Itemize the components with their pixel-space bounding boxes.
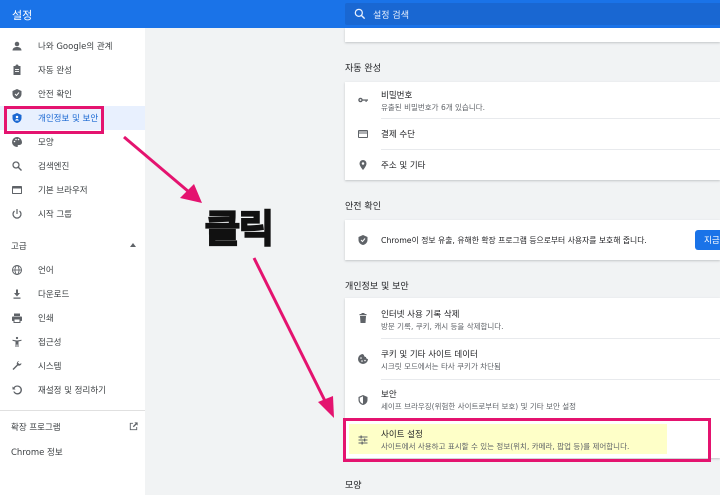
row-title: 결제 수단 [381,130,415,140]
sidebar-item-label: 인쇄 [38,314,54,324]
privacy-section-title: 개인정보 및 보안 [345,282,409,292]
site-settings-callout-box [343,418,711,462]
download-icon [11,288,23,300]
sidebar-item-downloads[interactable]: 다운로드 [0,282,145,306]
row-subtitle: 방문 기록, 쿠키, 캐시 등을 삭제합니다. [381,322,504,331]
safety-description: Chrome이 정보 유출, 유해한 확장 프로그램 등으로부터 사용자를 보호… [381,236,647,245]
sidebar-item-extensions[interactable]: 확장 프로그램 [11,421,61,433]
clipboard-icon [11,64,23,76]
row-subtitle: 유출된 비밀번호가 6개 있습니다. [381,103,486,112]
app-title: 설정 [12,9,33,22]
search-bar[interactable]: 설정 검색 [345,3,720,25]
chevron-up-icon[interactable] [130,243,136,247]
row-title: 비밀번호 [381,91,413,101]
payment-methods-row[interactable]: 결제 수단 [345,119,720,149]
sidebar-item-label: 자동 완성 [38,66,72,76]
sidebar-item-safety[interactable]: 안전 확인 [0,82,145,106]
advanced-section-label: 고급 [11,242,27,252]
divider [0,410,145,411]
globe-icon [11,264,23,276]
row-subtitle: 세이프 브라우징(위험한 사이트로부터 보호) 및 기타 보안 설정 [381,402,577,411]
sidebar-item-system[interactable]: 시스템 [0,354,145,378]
passwords-row[interactable]: 비밀번호 유출된 비밀번호가 6개 있습니다. [345,82,720,118]
sidebar-item-label: 접근성 [38,338,62,348]
row-subtitle: 시크릿 모드에서는 타사 쿠키가 차단됨 [381,362,501,371]
top-bar: 설정 설정 검색 [0,0,720,28]
credit-card-icon [358,130,368,138]
sidebar-item-label: 언어 [38,266,54,276]
sidebar-item-autofill[interactable]: 자동 완성 [0,58,145,82]
browser-icon [11,184,23,196]
arrow-2-line [252,257,329,406]
sidebar-item-accessibility[interactable]: 접근성 [0,330,145,354]
search-icon [11,160,23,172]
palette-icon [11,136,23,148]
appearance-section-title: 모양 [345,481,362,491]
key-icon [358,97,368,103]
shield-check-icon [358,235,368,245]
previous-card-bottom [345,28,720,42]
shield-check-icon [11,88,23,100]
sidebar-item-languages[interactable]: 언어 [0,258,145,282]
arrow-1-head [180,184,202,203]
trash-icon [359,313,367,323]
sidebar-item-label: 검색엔진 [38,162,70,172]
sidebar-item-label: 기본 브라우저 [38,186,88,196]
sidebar-item-label: 다운로드 [38,290,70,300]
external-link-icon[interactable] [128,421,139,432]
sidebar-item-default-browser[interactable]: 기본 브라우저 [0,178,145,202]
sidebar-item-label: 모양 [38,138,54,148]
check-now-button[interactable]: 지금 [695,230,720,250]
sidebar-item-startup[interactable]: 시작 그룹 [0,202,145,226]
person-icon [11,40,23,52]
search-icon [354,8,366,20]
arrow-2-head [318,396,334,418]
search-placeholder: 설정 검색 [373,11,409,21]
sidebar-item-label: 나와 Google의 관계 [38,42,113,52]
sidebar-item-printing[interactable]: 인쇄 [0,306,145,330]
clear-browsing-data-row[interactable]: 인터넷 사용 기록 삭제 방문 기록, 쿠키, 캐시 등을 삭제합니다. [345,298,720,336]
location-pin-icon [359,160,367,170]
sidebar-item-google[interactable]: 나와 Google의 관계 [0,34,145,58]
safety-section-title: 안전 확인 [345,202,381,212]
safety-card: Chrome이 정보 유출, 유해한 확장 프로그램 등으로부터 사용자를 보호… [345,220,720,260]
security-shield-icon [358,395,368,405]
sidebar-item-about[interactable]: Chrome 정보 [11,446,63,458]
sidebar-item-search-engine[interactable]: 검색엔진 [0,154,145,178]
wrench-icon [11,360,23,372]
sidebar: 나와 Google의 관계 자동 완성 안전 확인 개인정보 및 보안 모양 검… [0,28,145,495]
autofill-section-title: 자동 완성 [345,64,381,74]
cookies-row[interactable]: 쿠키 및 기타 사이트 데이터 시크릿 모드에서는 타사 쿠키가 차단됨 [345,339,720,377]
row-title: 인터넷 사용 기록 삭제 [381,310,460,320]
sidebar-item-label: 재설정 및 정리하기 [38,386,106,396]
autofill-card: 비밀번호 유출된 비밀번호가 6개 있습니다. 결제 수단 주소 및 기타 [345,82,720,180]
click-annotation-text: 클릭 [204,206,275,252]
row-title: 쿠키 및 기타 사이트 데이터 [381,350,478,360]
power-icon [11,208,23,220]
sidebar-item-label: 안전 확인 [38,90,72,100]
sidebar-item-label: 시작 그룹 [38,210,72,220]
printer-icon [11,312,23,324]
privacy-callout-box [4,106,104,134]
sidebar-item-label: 시스템 [38,362,62,372]
addresses-row[interactable]: 주소 및 기타 [345,150,720,180]
restore-icon [11,384,23,396]
row-title: 보안 [381,390,397,400]
sidebar-item-reset[interactable]: 재설정 및 정리하기 [0,378,145,402]
row-title: 주소 및 기타 [381,161,426,171]
security-row[interactable]: 보안 세이프 브라우징(위험한 사이트로부터 보호) 및 기타 보안 설정 [345,380,720,420]
accessibility-icon [11,336,23,348]
cookie-icon [358,354,368,364]
